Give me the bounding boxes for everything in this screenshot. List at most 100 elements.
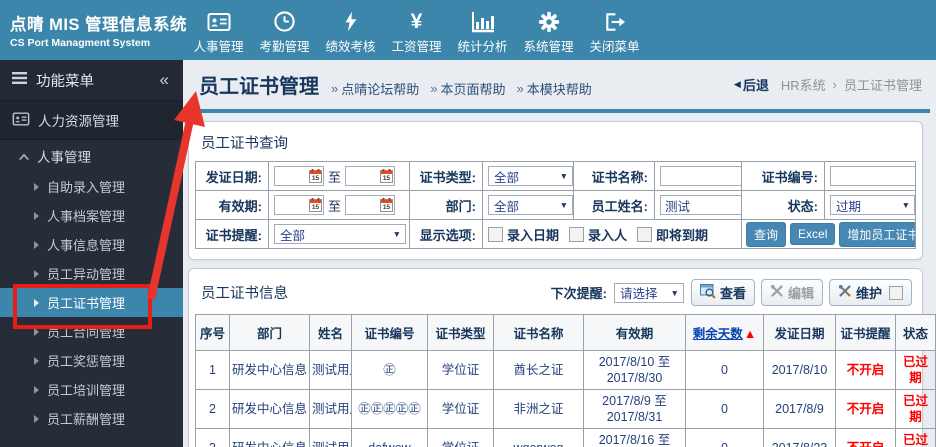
sidebar-item-8[interactable]: 员工奖惩管理 xyxy=(0,346,183,375)
nav-item-attendance[interactable]: 考勤管理 xyxy=(254,5,315,55)
app-logo: 点晴 MIS 管理信息系统 CS Port Managment System xyxy=(0,11,188,49)
excel-button[interactable]: Excel xyxy=(790,223,836,245)
query-buttons: 查询 Excel 增加员工证书 xyxy=(742,220,915,248)
cert-type-label: 证书类型: xyxy=(410,162,482,190)
column-header-7[interactable]: 剩余天数▲ xyxy=(685,314,764,351)
table-cell: 测试用户 xyxy=(309,389,352,429)
status-value: 过期 xyxy=(836,199,862,214)
status-select[interactable]: 过期 ▼ xyxy=(830,195,915,215)
chevrons-icon: » xyxy=(430,80,438,96)
emp-name-label: 员工姓名: xyxy=(574,191,654,219)
breadcrumb-trail: HR系统 › 员工证书管理 xyxy=(781,75,922,94)
svg-text:15: 15 xyxy=(312,204,320,211)
dept-label: 部门: xyxy=(410,191,482,219)
sidebar-root-item[interactable]: 人力资源管理 xyxy=(0,101,183,140)
checkbox-label: 录入人 xyxy=(588,227,628,243)
sidebar-item-label: 人力资源管理 xyxy=(38,114,119,129)
display-options-label: 显示选项: xyxy=(410,220,482,248)
nav-item-personnel[interactable]: 人事管理 xyxy=(188,5,249,55)
sidebar-item-3[interactable]: 人事档案管理 xyxy=(0,201,183,230)
sidebar-item-10[interactable]: 员工薪酬管理 xyxy=(0,404,183,433)
nav-item-label: 绩效考核 xyxy=(325,40,376,54)
display-option-0[interactable]: 录入日期 xyxy=(488,225,559,244)
breadcrumb: ◀ 后退 HR系统 › 员工证书管理 xyxy=(734,75,922,94)
sidebar-item-label: 人事信息管理 xyxy=(47,238,126,253)
cert-no-input[interactable] xyxy=(830,166,915,186)
dept-select[interactable]: 全部 ▼ xyxy=(488,195,573,215)
sidebar-item-9[interactable]: 员工培训管理 xyxy=(0,375,183,404)
sidebar-item-5[interactable]: 员工异动管理 xyxy=(0,259,183,288)
table-row: 3研发中心信息测试用户dafwew学位证wqerweq2017/8/16 至 2… xyxy=(195,428,936,447)
cert-type-select[interactable]: 全部 ▼ xyxy=(488,166,573,186)
nav-item-statistics[interactable]: 统计分析 xyxy=(452,5,513,55)
triangle-right-icon xyxy=(34,182,39,191)
reminder-select[interactable]: 全部 ▼ xyxy=(274,224,406,244)
help-link-1[interactable]: » 本页面帮助 xyxy=(430,79,505,98)
next-reminder-value: 请选择 xyxy=(619,287,658,301)
caret-down-icon: ▼ xyxy=(901,200,910,210)
nav-item-system[interactable]: 系统管理 xyxy=(518,5,579,55)
column-header-10: 状态 xyxy=(895,314,936,351)
display-option-1[interactable]: 录入人 xyxy=(569,225,627,244)
checkbox[interactable] xyxy=(488,226,503,242)
calendar-icon[interactable]: 15 xyxy=(309,169,322,188)
query-form: 发证日期: 15 至 15 证书类型: 全部 ▼ 证书名称: 证书编号: 有效期:… xyxy=(195,161,916,249)
maintain-checkbox[interactable] xyxy=(889,285,903,300)
cert-name-input[interactable] xyxy=(660,166,741,186)
emp-name-input[interactable] xyxy=(660,195,741,215)
nav-item-label: 关闭菜单 xyxy=(589,40,640,54)
table-cell: dafwew xyxy=(351,428,428,447)
triangle-right-icon xyxy=(34,356,39,365)
maintain-icon xyxy=(838,284,852,301)
svg-text:15: 15 xyxy=(312,175,320,182)
caret-down-icon: ▼ xyxy=(559,171,568,181)
back-button[interactable]: ◀ 后退 xyxy=(734,75,769,94)
cert-info-panel: 员工证书信息 下次提醒: 请选择 ▼ 查看 编辑 维护 序号 部门 姓名 证书编号 证书类型证… xyxy=(188,268,936,447)
breadcrumb-separator: › xyxy=(832,77,837,92)
table-cell: 学位证 xyxy=(427,389,494,429)
triangle-right-icon xyxy=(34,211,39,220)
calendar-icon[interactable]: 15 xyxy=(380,169,394,188)
help-link-label: 本模块帮助 xyxy=(526,81,592,97)
table-cell: 2017/8/16 至 2017/8/31 xyxy=(583,428,686,447)
collapse-icon[interactable]: « xyxy=(160,70,171,90)
table-cell: 学位证 xyxy=(427,350,494,390)
sidebar-item-2[interactable]: 自助录入管理 xyxy=(0,172,183,201)
search-button[interactable]: 查询 xyxy=(746,221,787,247)
action-button-label: 查看 xyxy=(719,286,746,301)
idcard-icon xyxy=(207,7,231,33)
column-header-0: 序号 xyxy=(195,314,230,351)
calendar-icon[interactable]: 15 xyxy=(309,198,322,217)
edit-button[interactable]: 编辑 xyxy=(760,279,823,306)
nav-item-close-menu[interactable]: 关闭菜单 xyxy=(584,5,645,55)
sidebar-item-6[interactable]: 员工证书管理 xyxy=(0,288,183,317)
nav-item-label: 系统管理 xyxy=(523,40,574,54)
nav-item-performance[interactable]: 绩效考核 xyxy=(320,5,381,55)
table-cell: 3 xyxy=(195,428,230,447)
bolt-icon xyxy=(342,7,360,33)
nav-item-salary[interactable]: ¥ 工资管理 xyxy=(386,5,447,55)
caret-down-icon: ▼ xyxy=(392,229,401,239)
sidebar-item-4[interactable]: 人事信息管理 xyxy=(0,230,183,259)
display-option-2[interactable]: 即将到期 xyxy=(637,225,708,244)
help-link-2[interactable]: » 本模块帮助 xyxy=(517,79,592,98)
checkbox[interactable] xyxy=(637,226,653,242)
sidebar-item-label: 自助录入管理 xyxy=(47,180,126,195)
checkbox[interactable] xyxy=(569,226,585,242)
table-cell: 研发中心信息 xyxy=(229,350,310,390)
calendar-icon[interactable]: 15 xyxy=(380,198,394,217)
view-button[interactable]: 查看 xyxy=(690,279,755,306)
breadcrumb-item[interactable]: HR系统 xyxy=(781,75,826,94)
sidebar-group-item[interactable]: 人事管理 xyxy=(0,140,183,172)
app-title: 点晴 MIS 管理信息系统 xyxy=(10,16,188,34)
help-link-0[interactable]: » 点晴论坛帮助 xyxy=(331,79,419,98)
breadcrumb-item[interactable]: 员工证书管理 xyxy=(844,75,922,94)
sidebar-item-7[interactable]: 员工合同管理 xyxy=(0,317,183,346)
table-cell: 0 xyxy=(685,428,764,447)
maintain-button[interactable]: 维护 xyxy=(828,279,912,306)
reminder-label: 证书提醒: xyxy=(196,220,268,248)
sort-link[interactable]: 剩余天数 xyxy=(693,327,743,341)
add-cert-button[interactable]: 增加员工证书 xyxy=(839,221,915,247)
next-reminder-select[interactable]: 请选择 ▼ xyxy=(613,282,684,303)
app-subtitle: CS Port Managment System xyxy=(10,37,151,49)
